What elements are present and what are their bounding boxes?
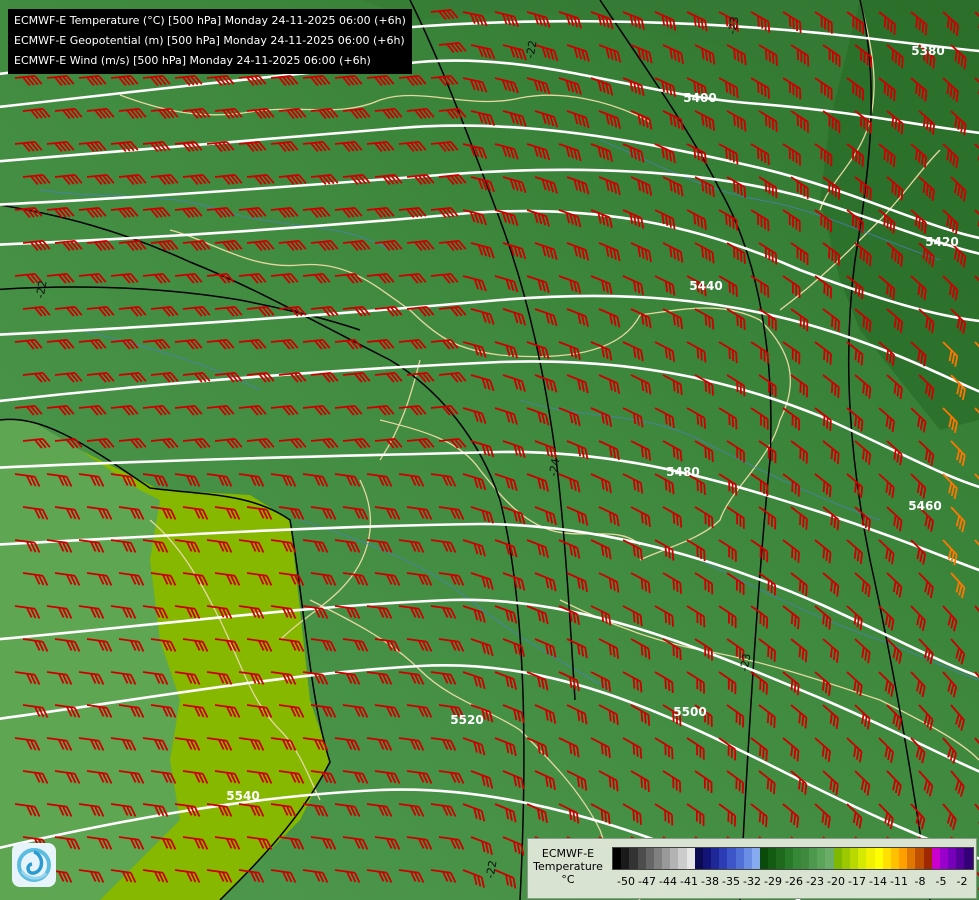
legend-swatch xyxy=(751,848,761,869)
legend-title: ECMWF-E Temperature °C xyxy=(533,847,603,886)
legend-swatch xyxy=(890,848,900,869)
legend-tick: -20 xyxy=(827,875,845,888)
legend-tick: -44 xyxy=(659,875,677,888)
legend-swatch xyxy=(874,848,883,869)
legend-swatch xyxy=(915,848,924,869)
legend-swatch xyxy=(653,848,663,869)
legend-swatch xyxy=(817,848,826,869)
legend-swatch xyxy=(800,848,810,869)
legend-tick: -41 xyxy=(680,875,698,888)
legend-swatch xyxy=(956,848,965,869)
legend-swatch xyxy=(809,848,818,869)
isohypse-label: 5540 xyxy=(226,789,259,803)
isohypse-label: 5380 xyxy=(911,44,944,58)
legend-tick: -26 xyxy=(785,875,803,888)
legend-swatch xyxy=(662,848,671,869)
legend-swatch xyxy=(760,848,769,869)
swirl-logo-icon xyxy=(12,843,56,887)
legend-tick: -38 xyxy=(701,875,719,888)
legend-tick: -50 xyxy=(617,875,635,888)
legend-swatch xyxy=(621,848,630,869)
legend-swatch xyxy=(613,848,622,869)
legend-swatch xyxy=(858,848,867,869)
legend-swatch xyxy=(849,848,859,869)
legend-swatch xyxy=(899,848,908,869)
isohypse-label: 5420 xyxy=(925,235,958,249)
legend-swatch xyxy=(637,848,646,869)
legend-swatch xyxy=(833,848,842,869)
legend-tick: -5 xyxy=(935,875,947,888)
isohypse-label: 5480 xyxy=(666,465,699,479)
legend-swatch xyxy=(776,848,785,869)
legend-swatch xyxy=(964,848,973,869)
legend-tick: -14 xyxy=(869,875,887,888)
legend-swatch xyxy=(727,848,736,869)
legend-swatch xyxy=(670,848,679,869)
legend-swatch xyxy=(711,848,720,869)
weather-map: 5380 5400 5420 5440 5460 5480 5500 5520 5540 -23… xyxy=(0,0,979,900)
legend-swatch xyxy=(882,848,891,869)
isohypse-label: 5520 xyxy=(450,713,483,727)
temperature-legend: ECMWF-E Temperature °C -50 -47 -44 -41 -38 -3… xyxy=(527,838,977,899)
title-geopotential: ECMWF-E Geopotential (m) [500 hPa] Monda… xyxy=(14,34,405,47)
isohypse-label: 5400 xyxy=(683,91,716,105)
legend-tick: -32 xyxy=(743,875,761,888)
legend-tick: -8 xyxy=(914,875,926,888)
legend-swatch xyxy=(629,848,638,869)
legend-swatch xyxy=(923,848,932,869)
legend-swatch xyxy=(768,848,777,869)
isohypse-label: 5460 xyxy=(908,499,941,513)
legend-swatch xyxy=(743,848,752,869)
legend-swatch xyxy=(694,848,703,869)
legend-tick: -47 xyxy=(638,875,656,888)
map-canvas: 5380 5400 5420 5440 5460 5480 5500 5520 5540 -23… xyxy=(0,0,979,900)
legend-ticks: -50 -47 -44 -41 -38 -35 -32 -29 -26 -23 -20 -17 -14-… xyxy=(612,875,972,889)
legend-color-bar xyxy=(612,847,974,870)
legend-swatch xyxy=(792,848,801,869)
legend-swatch xyxy=(784,848,793,869)
legend-tick: -11 xyxy=(890,875,908,888)
legend-swatch xyxy=(948,848,957,869)
title-temperature: ECMWF-E Temperature (°C) [500 hPa] Monda… xyxy=(14,14,406,27)
legend-swatch xyxy=(825,848,834,869)
legend-tick: -2 xyxy=(956,875,968,888)
legend-tick: -35 xyxy=(722,875,740,888)
legend-swatch xyxy=(645,848,654,869)
legend-swatch xyxy=(678,848,687,869)
legend-swatch xyxy=(702,848,712,869)
legend-swatch xyxy=(841,848,850,869)
map-titles: ECMWF-E Temperature (°C) [500 hPa] Monda… xyxy=(8,9,412,74)
legend-swatch xyxy=(931,848,940,869)
legend-swatch xyxy=(735,848,744,869)
legend-swatch xyxy=(866,848,875,869)
title-wind: ECMWF-E Wind (m/s) [500 hPa] Monday 24-1… xyxy=(14,54,371,67)
legend-swatch xyxy=(907,848,916,869)
isohypse-label: 5440 xyxy=(689,279,722,293)
legend-tick: -23 xyxy=(806,875,824,888)
legend-swatch xyxy=(939,848,949,869)
isohypse-label: 5500 xyxy=(673,705,706,719)
legend-tick: -17 xyxy=(848,875,866,888)
legend-tick: -29 xyxy=(764,875,782,888)
legend-swatch xyxy=(719,848,728,869)
legend-swatch xyxy=(686,848,695,869)
